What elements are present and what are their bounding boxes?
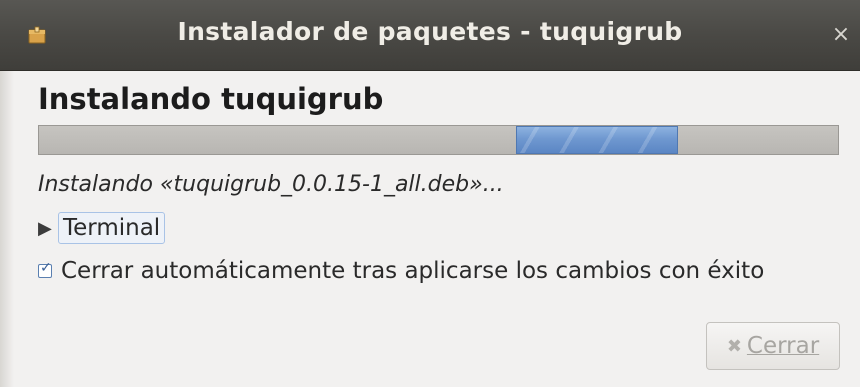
checkmark-icon: ✓ bbox=[40, 260, 52, 276]
status-text: Instalando «tuquigrub_0.0.15-1_all.deb».… bbox=[38, 172, 504, 197]
progress-pulse bbox=[516, 126, 678, 154]
progress-bar bbox=[38, 125, 839, 155]
close-button-label: Cerrar bbox=[746, 333, 820, 359]
close-icon[interactable]: × bbox=[830, 22, 852, 48]
close-button[interactable]: ✖ Cerrar bbox=[706, 322, 840, 370]
window-title: Instalador de paquetes - tuquigrub bbox=[177, 17, 683, 46]
installer-window: Instalador de paquetes - tuquigrub × Ins… bbox=[0, 0, 860, 387]
auto-close-label: Cerrar automáticamente tras aplicarse lo… bbox=[61, 258, 765, 284]
terminal-expander[interactable]: ▶ Terminal bbox=[38, 210, 166, 246]
terminal-expander-label: Terminal bbox=[58, 212, 166, 244]
expander-arrow-icon: ▶ bbox=[38, 217, 52, 239]
title-bar[interactable]: Instalador de paquetes - tuquigrub × bbox=[0, 0, 860, 71]
page-title: Instalando tuquigrub bbox=[38, 82, 384, 116]
auto-close-option[interactable]: ✓ Cerrar automáticamente tras aplicarse … bbox=[38, 258, 764, 284]
close-x-icon: ✖ bbox=[726, 335, 742, 357]
auto-close-checkbox[interactable]: ✓ bbox=[38, 260, 52, 278]
